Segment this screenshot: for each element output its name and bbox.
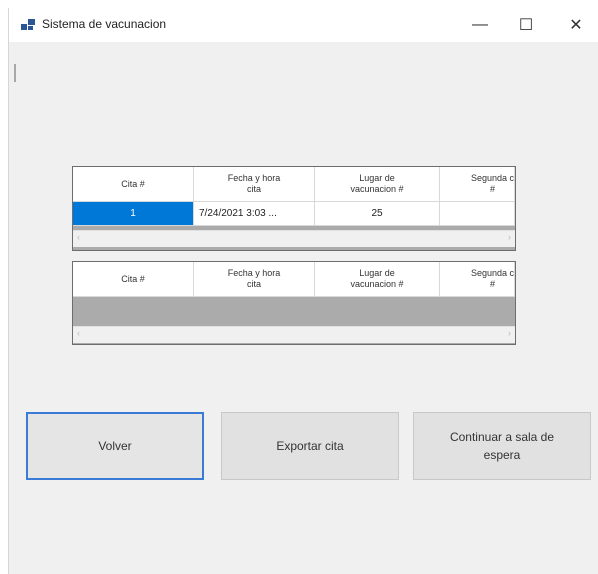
column-header-fecha[interactable]: Fecha y hora cita: [194, 262, 315, 297]
scroll-right-icon[interactable]: ›: [508, 232, 511, 242]
main-window: Sistema de vacunacion — ☐ ✕ Cita # Fecha…: [8, 8, 598, 574]
cell-lugar[interactable]: 25: [315, 202, 440, 226]
grid-header-row: Cita # Fecha y hora cita Lugar de vacuna…: [73, 167, 515, 202]
horizontal-scrollbar[interactable]: ‹ ›: [73, 230, 515, 247]
close-button[interactable]: ✕: [553, 8, 598, 42]
column-header-cita[interactable]: Cita #: [73, 167, 194, 202]
text-caret: [14, 64, 16, 82]
scroll-left-icon[interactable]: ‹: [77, 328, 80, 338]
exportar-cita-button[interactable]: Exportar cita: [221, 412, 399, 480]
volver-button[interactable]: Volver: [26, 412, 204, 480]
cell-fecha[interactable]: 7/24/2021 3:03 ...: [194, 202, 315, 226]
column-header-lugar[interactable]: Lugar de vacunacion #: [315, 262, 440, 297]
cell-segunda[interactable]: [440, 202, 515, 226]
column-header-fecha[interactable]: Fecha y hora cita: [194, 167, 315, 202]
table-row[interactable]: 1 7/24/2021 3:03 ... 25: [73, 202, 515, 226]
window-title: Sistema de vacunacion: [42, 17, 167, 31]
second-grid[interactable]: Cita # Fecha y hora cita Lugar de vacuna…: [72, 261, 516, 345]
appointments-grid[interactable]: Cita # Fecha y hora cita Lugar de vacuna…: [72, 166, 516, 251]
minimize-button[interactable]: —: [457, 8, 503, 42]
scroll-right-icon[interactable]: ›: [508, 328, 511, 338]
column-header-segunda[interactable]: Segunda c #: [440, 167, 515, 202]
title-bar[interactable]: Sistema de vacunacion — ☐ ✕: [9, 8, 598, 42]
column-header-cita[interactable]: Cita #: [73, 262, 194, 297]
scroll-left-icon[interactable]: ‹: [77, 232, 80, 242]
grid-header-row: Cita # Fecha y hora cita Lugar de vacuna…: [73, 262, 515, 297]
continuar-sala-espera-button[interactable]: Continuar a sala de espera: [413, 412, 591, 480]
column-header-lugar[interactable]: Lugar de vacunacion #: [315, 167, 440, 202]
app-icon: [21, 19, 35, 30]
cell-cita[interactable]: 1: [73, 202, 194, 226]
column-header-segunda[interactable]: Segunda c #: [440, 262, 515, 297]
horizontal-scrollbar[interactable]: ‹ ›: [73, 326, 515, 343]
maximize-button[interactable]: ☐: [503, 8, 549, 42]
